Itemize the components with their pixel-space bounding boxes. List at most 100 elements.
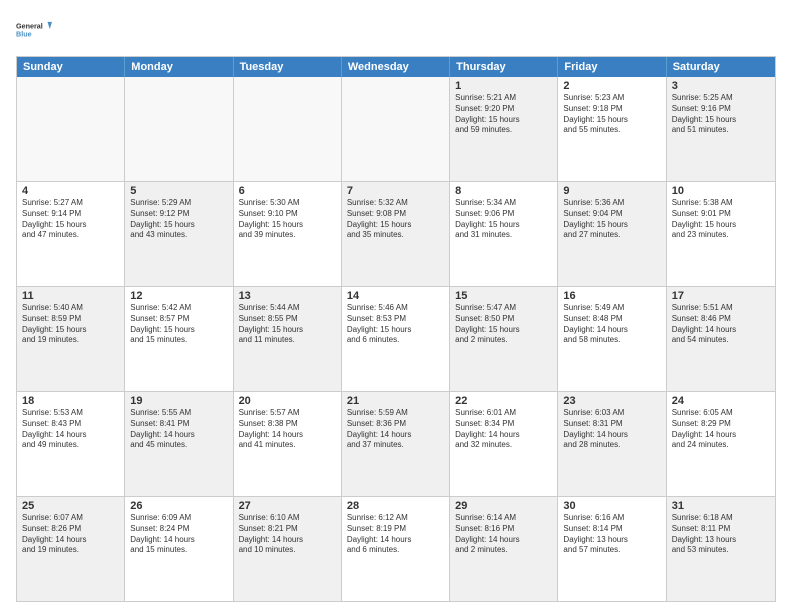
day-number: 18 — [22, 395, 119, 407]
cell-details: Sunrise: 5:36 AM Sunset: 9:04 PM Dayligh… — [563, 198, 660, 241]
cell-details: Sunrise: 6:12 AM Sunset: 8:19 PM Dayligh… — [347, 513, 444, 556]
day-number: 23 — [563, 395, 660, 407]
day-number: 8 — [455, 185, 552, 197]
day-number: 22 — [455, 395, 552, 407]
day-number: 12 — [130, 290, 227, 302]
calendar-body: 1Sunrise: 5:21 AM Sunset: 9:20 PM Daylig… — [17, 77, 775, 601]
day-number: 21 — [347, 395, 444, 407]
cal-cell-1-4: 8Sunrise: 5:34 AM Sunset: 9:06 PM Daylig… — [450, 182, 558, 286]
cell-details: Sunrise: 5:46 AM Sunset: 8:53 PM Dayligh… — [347, 303, 444, 346]
cell-details: Sunrise: 5:34 AM Sunset: 9:06 PM Dayligh… — [455, 198, 552, 241]
header-friday: Friday — [558, 57, 666, 77]
cal-cell-0-1 — [125, 77, 233, 181]
cal-cell-0-3 — [342, 77, 450, 181]
header-wednesday: Wednesday — [342, 57, 450, 77]
header-tuesday: Tuesday — [234, 57, 342, 77]
logo: General Blue — [16, 12, 52, 48]
day-number: 4 — [22, 185, 119, 197]
cal-cell-2-6: 17Sunrise: 5:51 AM Sunset: 8:46 PM Dayli… — [667, 287, 775, 391]
cell-details: Sunrise: 5:40 AM Sunset: 8:59 PM Dayligh… — [22, 303, 119, 346]
cell-details: Sunrise: 5:21 AM Sunset: 9:20 PM Dayligh… — [455, 93, 552, 136]
cell-details: Sunrise: 6:07 AM Sunset: 8:26 PM Dayligh… — [22, 513, 119, 556]
cal-cell-0-0 — [17, 77, 125, 181]
cal-cell-2-2: 13Sunrise: 5:44 AM Sunset: 8:55 PM Dayli… — [234, 287, 342, 391]
cell-details: Sunrise: 5:47 AM Sunset: 8:50 PM Dayligh… — [455, 303, 552, 346]
day-number: 17 — [672, 290, 770, 302]
day-number: 25 — [22, 500, 119, 512]
cell-details: Sunrise: 6:10 AM Sunset: 8:21 PM Dayligh… — [239, 513, 336, 556]
day-number: 16 — [563, 290, 660, 302]
cell-details: Sunrise: 6:01 AM Sunset: 8:34 PM Dayligh… — [455, 408, 552, 451]
day-number: 6 — [239, 185, 336, 197]
cal-cell-2-4: 15Sunrise: 5:47 AM Sunset: 8:50 PM Dayli… — [450, 287, 558, 391]
cal-cell-1-0: 4Sunrise: 5:27 AM Sunset: 9:14 PM Daylig… — [17, 182, 125, 286]
cal-cell-3-1: 19Sunrise: 5:55 AM Sunset: 8:41 PM Dayli… — [125, 392, 233, 496]
cal-cell-4-6: 31Sunrise: 6:18 AM Sunset: 8:11 PM Dayli… — [667, 497, 775, 601]
svg-text:Blue: Blue — [16, 29, 32, 38]
cal-cell-1-3: 7Sunrise: 5:32 AM Sunset: 9:08 PM Daylig… — [342, 182, 450, 286]
day-number: 30 — [563, 500, 660, 512]
cal-cell-4-5: 30Sunrise: 6:16 AM Sunset: 8:14 PM Dayli… — [558, 497, 666, 601]
logo-svg: General Blue — [16, 12, 52, 48]
cell-details: Sunrise: 5:29 AM Sunset: 9:12 PM Dayligh… — [130, 198, 227, 241]
day-number: 15 — [455, 290, 552, 302]
page-header: General Blue — [16, 12, 776, 48]
day-number: 3 — [672, 80, 770, 92]
day-number: 7 — [347, 185, 444, 197]
cal-cell-3-5: 23Sunrise: 6:03 AM Sunset: 8:31 PM Dayli… — [558, 392, 666, 496]
calendar: SundayMondayTuesdayWednesdayThursdayFrid… — [16, 56, 776, 602]
cal-cell-2-1: 12Sunrise: 5:42 AM Sunset: 8:57 PM Dayli… — [125, 287, 233, 391]
cal-cell-1-5: 9Sunrise: 5:36 AM Sunset: 9:04 PM Daylig… — [558, 182, 666, 286]
cal-cell-0-2 — [234, 77, 342, 181]
cal-cell-3-0: 18Sunrise: 5:53 AM Sunset: 8:43 PM Dayli… — [17, 392, 125, 496]
day-number: 14 — [347, 290, 444, 302]
cal-cell-2-3: 14Sunrise: 5:46 AM Sunset: 8:53 PM Dayli… — [342, 287, 450, 391]
header-sunday: Sunday — [17, 57, 125, 77]
cell-details: Sunrise: 6:14 AM Sunset: 8:16 PM Dayligh… — [455, 513, 552, 556]
day-number: 9 — [563, 185, 660, 197]
cal-cell-0-4: 1Sunrise: 5:21 AM Sunset: 9:20 PM Daylig… — [450, 77, 558, 181]
cal-cell-1-1: 5Sunrise: 5:29 AM Sunset: 9:12 PM Daylig… — [125, 182, 233, 286]
cal-cell-4-4: 29Sunrise: 6:14 AM Sunset: 8:16 PM Dayli… — [450, 497, 558, 601]
day-number: 10 — [672, 185, 770, 197]
cal-cell-2-0: 11Sunrise: 5:40 AM Sunset: 8:59 PM Dayli… — [17, 287, 125, 391]
day-number: 20 — [239, 395, 336, 407]
cell-details: Sunrise: 5:57 AM Sunset: 8:38 PM Dayligh… — [239, 408, 336, 451]
cal-cell-1-2: 6Sunrise: 5:30 AM Sunset: 9:10 PM Daylig… — [234, 182, 342, 286]
cal-cell-3-6: 24Sunrise: 6:05 AM Sunset: 8:29 PM Dayli… — [667, 392, 775, 496]
cell-details: Sunrise: 5:53 AM Sunset: 8:43 PM Dayligh… — [22, 408, 119, 451]
cell-details: Sunrise: 5:55 AM Sunset: 8:41 PM Dayligh… — [130, 408, 227, 451]
header-monday: Monday — [125, 57, 233, 77]
cell-details: Sunrise: 6:16 AM Sunset: 8:14 PM Dayligh… — [563, 513, 660, 556]
cell-details: Sunrise: 5:49 AM Sunset: 8:48 PM Dayligh… — [563, 303, 660, 346]
day-number: 13 — [239, 290, 336, 302]
cal-cell-4-3: 28Sunrise: 6:12 AM Sunset: 8:19 PM Dayli… — [342, 497, 450, 601]
cal-cell-0-5: 2Sunrise: 5:23 AM Sunset: 9:18 PM Daylig… — [558, 77, 666, 181]
cell-details: Sunrise: 6:03 AM Sunset: 8:31 PM Dayligh… — [563, 408, 660, 451]
cal-cell-1-6: 10Sunrise: 5:38 AM Sunset: 9:01 PM Dayli… — [667, 182, 775, 286]
day-number: 5 — [130, 185, 227, 197]
cell-details: Sunrise: 5:38 AM Sunset: 9:01 PM Dayligh… — [672, 198, 770, 241]
cell-details: Sunrise: 5:25 AM Sunset: 9:16 PM Dayligh… — [672, 93, 770, 136]
day-number: 2 — [563, 80, 660, 92]
cell-details: Sunrise: 5:59 AM Sunset: 8:36 PM Dayligh… — [347, 408, 444, 451]
cal-cell-4-1: 26Sunrise: 6:09 AM Sunset: 8:24 PM Dayli… — [125, 497, 233, 601]
day-number: 1 — [455, 80, 552, 92]
cal-row-1: 4Sunrise: 5:27 AM Sunset: 9:14 PM Daylig… — [17, 182, 775, 287]
cell-details: Sunrise: 6:05 AM Sunset: 8:29 PM Dayligh… — [672, 408, 770, 451]
cal-row-0: 1Sunrise: 5:21 AM Sunset: 9:20 PM Daylig… — [17, 77, 775, 182]
header-saturday: Saturday — [667, 57, 775, 77]
day-number: 26 — [130, 500, 227, 512]
cal-cell-4-2: 27Sunrise: 6:10 AM Sunset: 8:21 PM Dayli… — [234, 497, 342, 601]
cell-details: Sunrise: 5:27 AM Sunset: 9:14 PM Dayligh… — [22, 198, 119, 241]
cell-details: Sunrise: 5:32 AM Sunset: 9:08 PM Dayligh… — [347, 198, 444, 241]
cell-details: Sunrise: 5:23 AM Sunset: 9:18 PM Dayligh… — [563, 93, 660, 136]
cal-row-3: 18Sunrise: 5:53 AM Sunset: 8:43 PM Dayli… — [17, 392, 775, 497]
cell-details: Sunrise: 5:30 AM Sunset: 9:10 PM Dayligh… — [239, 198, 336, 241]
header-thursday: Thursday — [450, 57, 558, 77]
cal-cell-2-5: 16Sunrise: 5:49 AM Sunset: 8:48 PM Dayli… — [558, 287, 666, 391]
day-number: 27 — [239, 500, 336, 512]
cal-cell-3-2: 20Sunrise: 5:57 AM Sunset: 8:38 PM Dayli… — [234, 392, 342, 496]
day-number: 19 — [130, 395, 227, 407]
cell-details: Sunrise: 5:44 AM Sunset: 8:55 PM Dayligh… — [239, 303, 336, 346]
